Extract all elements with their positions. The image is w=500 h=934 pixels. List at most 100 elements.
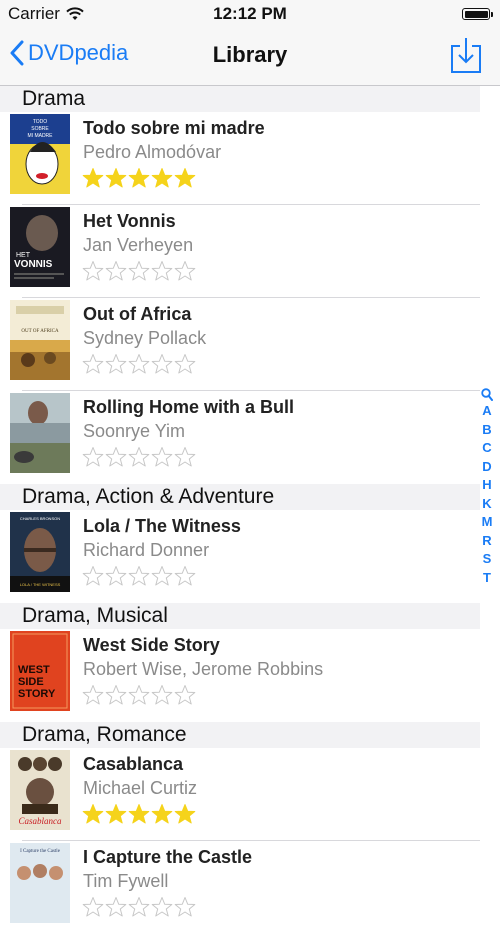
- section-index[interactable]: A B C D H K M R S T: [480, 388, 494, 587]
- star-empty-icon[interactable]: [82, 353, 104, 375]
- index-letter[interactable]: D: [482, 458, 491, 477]
- movie-list: Drama TODO SOBRE MI MADRE Todo sobre mi …: [0, 86, 480, 934]
- movie-director: Soonrye Yim: [83, 421, 186, 441]
- star-empty-icon[interactable]: [128, 684, 150, 706]
- star-empty-icon[interactable]: [105, 896, 127, 918]
- star-filled-icon[interactable]: [82, 803, 104, 825]
- cover-text: I Capture the Castle: [20, 849, 61, 854]
- cover-text: STORY: [18, 688, 56, 700]
- star-filled-icon[interactable]: [151, 803, 173, 825]
- star-empty-icon[interactable]: [151, 353, 173, 375]
- list-item[interactable]: WEST SIDE STORY West Side Story Robert W…: [0, 629, 480, 722]
- star-rating[interactable]: [82, 167, 196, 189]
- list-item[interactable]: I Capture the Castle I Capture the Castl…: [0, 841, 480, 934]
- cover-text: HET: [16, 252, 31, 259]
- star-empty-icon[interactable]: [105, 260, 127, 282]
- list-item[interactable]: CHARLES BRONSON LOLA / THE WITNESS Lola …: [0, 510, 480, 603]
- movie-cover: WEST SIDE STORY: [10, 631, 70, 711]
- star-empty-icon[interactable]: [174, 260, 196, 282]
- cover-text: CHARLES BRONSON: [20, 516, 60, 521]
- cover-text: TODO: [33, 119, 47, 125]
- index-letter[interactable]: C: [482, 439, 491, 458]
- index-letter[interactable]: K: [482, 495, 491, 514]
- cover-text: SIDE: [18, 676, 44, 688]
- star-empty-icon[interactable]: [105, 684, 127, 706]
- status-time: 12:12 PM: [213, 4, 287, 23]
- download-button[interactable]: [450, 36, 482, 74]
- star-empty-icon[interactable]: [151, 260, 173, 282]
- movie-title: Out of Africa: [83, 304, 192, 324]
- cover-text: VONNIS: [14, 259, 53, 270]
- star-empty-icon[interactable]: [82, 684, 104, 706]
- movie-cover: [10, 393, 70, 473]
- list-item[interactable]: Casablanca Casablanca Michael Curtiz: [0, 748, 480, 841]
- star-filled-icon[interactable]: [105, 803, 127, 825]
- star-empty-icon[interactable]: [82, 565, 104, 587]
- index-letter[interactable]: A: [482, 402, 491, 421]
- star-filled-icon[interactable]: [174, 803, 196, 825]
- movie-title: Het Vonnis: [83, 211, 176, 231]
- star-empty-icon[interactable]: [174, 353, 196, 375]
- star-rating[interactable]: [82, 565, 196, 587]
- movie-title: Rolling Home with a Bull: [83, 397, 294, 417]
- star-empty-icon[interactable]: [128, 446, 150, 468]
- star-empty-icon[interactable]: [174, 684, 196, 706]
- index-letter[interactable]: M: [482, 513, 493, 532]
- star-empty-icon[interactable]: [128, 260, 150, 282]
- cover-text: WEST: [18, 664, 50, 676]
- section-header-drama-action-adventure: Drama, Action & Adventure: [0, 484, 480, 510]
- movie-director: Jan Verheyen: [83, 235, 194, 255]
- movie-cover: I Capture the Castle: [10, 843, 70, 923]
- section-header-drama: Drama: [0, 86, 480, 112]
- star-empty-icon[interactable]: [82, 446, 104, 468]
- star-empty-icon[interactable]: [151, 446, 173, 468]
- star-empty-icon[interactable]: [151, 684, 173, 706]
- movie-title: I Capture the Castle: [83, 847, 253, 867]
- search-icon[interactable]: [481, 388, 493, 402]
- index-letter[interactable]: R: [482, 532, 491, 551]
- index-letter[interactable]: B: [482, 421, 491, 440]
- star-empty-icon[interactable]: [105, 353, 127, 375]
- battery-icon: [462, 8, 493, 20]
- star-empty-icon[interactable]: [128, 896, 150, 918]
- star-rating[interactable]: [82, 260, 196, 282]
- star-empty-icon[interactable]: [151, 896, 173, 918]
- section-header-drama-musical: Drama, Musical: [0, 603, 480, 629]
- star-rating[interactable]: [82, 803, 196, 825]
- star-empty-icon[interactable]: [174, 565, 196, 587]
- movie-director: Sydney Pollack: [83, 328, 207, 348]
- index-letter[interactable]: H: [482, 476, 491, 495]
- movie-director: Michael Curtiz: [83, 778, 198, 798]
- star-rating[interactable]: [82, 353, 196, 375]
- index-letter[interactable]: T: [483, 569, 491, 588]
- star-rating[interactable]: [82, 896, 196, 918]
- star-empty-icon[interactable]: [174, 896, 196, 918]
- list-item[interactable]: HET VONNIS Het Vonnis Jan Verheyen: [0, 205, 480, 298]
- star-filled-icon[interactable]: [105, 167, 127, 189]
- star-empty-icon[interactable]: [174, 446, 196, 468]
- star-empty-icon[interactable]: [105, 565, 127, 587]
- star-filled-icon[interactable]: [151, 167, 173, 189]
- star-empty-icon[interactable]: [128, 565, 150, 587]
- status-bar: Carrier 12:12 PM: [0, 0, 500, 28]
- star-rating[interactable]: [82, 684, 196, 706]
- star-rating[interactable]: [82, 446, 196, 468]
- star-filled-icon[interactable]: [174, 167, 196, 189]
- index-letter[interactable]: S: [483, 550, 492, 569]
- star-empty-icon[interactable]: [151, 565, 173, 587]
- star-filled-icon[interactable]: [128, 167, 150, 189]
- star-empty-icon[interactable]: [128, 353, 150, 375]
- cover-text: MI MADRE: [28, 133, 54, 139]
- star-empty-icon[interactable]: [105, 446, 127, 468]
- movie-cover: OUT OF AFRICA: [10, 300, 70, 380]
- cover-text: SOBRE: [31, 126, 49, 132]
- star-filled-icon[interactable]: [82, 167, 104, 189]
- cover-text: OUT OF AFRICA: [21, 329, 59, 334]
- star-empty-icon[interactable]: [82, 260, 104, 282]
- list-item[interactable]: TODO SOBRE MI MADRE Todo sobre mi madre …: [0, 112, 480, 205]
- list-item[interactable]: OUT OF AFRICA Out of Africa Sydney Polla…: [0, 298, 480, 391]
- list-item[interactable]: Rolling Home with a Bull Soonrye Yim: [0, 391, 480, 484]
- movie-cover: CHARLES BRONSON LOLA / THE WITNESS: [10, 512, 70, 592]
- star-filled-icon[interactable]: [128, 803, 150, 825]
- star-empty-icon[interactable]: [82, 896, 104, 918]
